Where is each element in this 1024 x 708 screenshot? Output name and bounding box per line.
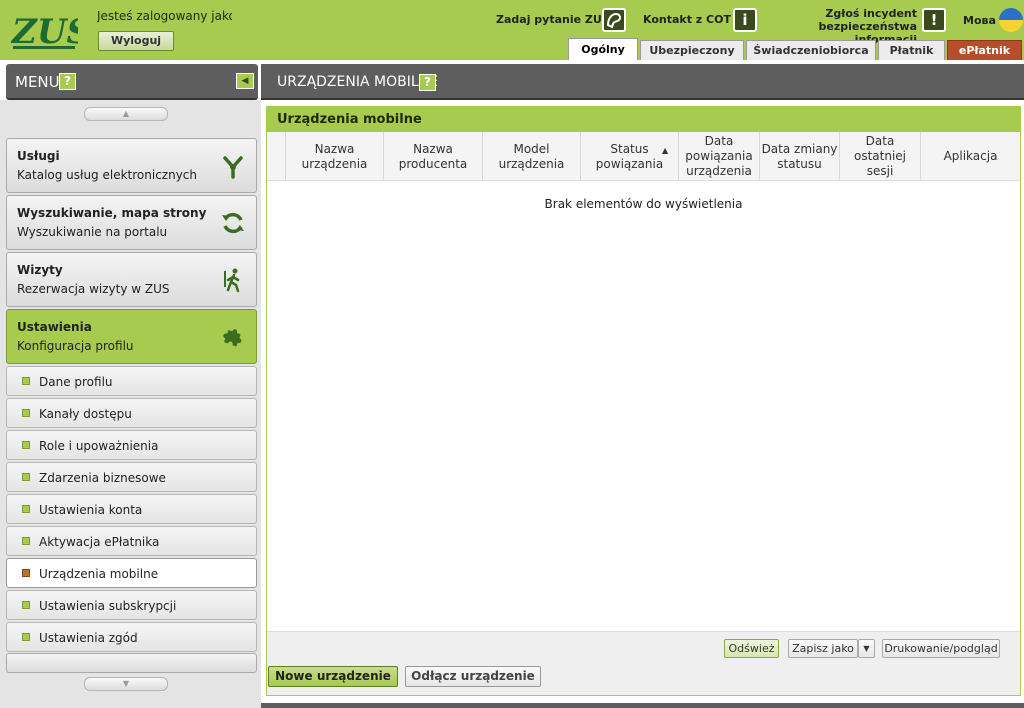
- detach-device-button[interactable]: Odłącz urządzenie: [405, 666, 541, 687]
- menu-section-wyszukiwanie[interactable]: Wyszukiwanie, mapa strony Wyszukiwanie n…: [6, 195, 257, 250]
- tab-eplatnik[interactable]: ePłatnik: [947, 40, 1022, 60]
- bullet-icon: [22, 377, 30, 385]
- menu-item-ustawienia-konta[interactable]: Ustawienia konta: [6, 494, 257, 524]
- refresh-button[interactable]: Odśwież: [724, 639, 779, 658]
- bullet-icon: [22, 409, 30, 417]
- content-header: URZĄDZENIA MOBILNE ?: [261, 64, 1024, 100]
- warning-icon[interactable]: !: [922, 8, 946, 32]
- column-header-nazwa-producenta[interactable]: Nazwa producenta: [384, 132, 483, 181]
- column-header-model-urzadzenia[interactable]: Model urządzenia: [483, 132, 581, 181]
- bullet-icon: [22, 473, 30, 481]
- services-icon: [220, 153, 246, 179]
- refresh-icon: [220, 210, 246, 236]
- column-header-aplikacja[interactable]: Aplikacja: [921, 132, 1020, 181]
- menu-scroll-up-button[interactable]: ▲: [84, 107, 168, 121]
- bullet-icon: [22, 633, 30, 641]
- zus-logo[interactable]: ZUS: [10, 7, 78, 53]
- devices-panel: Urządzenia mobilne Nazwa urządzenia Nazw…: [266, 106, 1021, 696]
- menu-item-ustawienia-subskrypcji[interactable]: Ustawienia subskrypcji: [6, 590, 257, 620]
- panel-actions: Nowe urządzenie Odłącz urządzenie: [267, 663, 1020, 695]
- save-as-button[interactable]: Zapisz jako: [788, 639, 858, 658]
- chat-bubble-icon[interactable]: [602, 8, 626, 32]
- menu-item-urzadzenia-mobilne[interactable]: Urządzenia mobilne: [6, 558, 257, 588]
- menu-item-ustawienia-zgod[interactable]: Ustawienia zgód: [6, 622, 257, 652]
- tab-ubezpieczony[interactable]: Ubezpieczony: [640, 40, 744, 60]
- menu-title: MENU: [15, 73, 60, 91]
- logged-in-text: Jesteś zalogowany jako: [97, 9, 232, 23]
- menu-item-kanaly-dostepu[interactable]: Kanały dostępu: [6, 398, 257, 428]
- menu-scroll-down-button[interactable]: ▼: [84, 677, 168, 691]
- bullet-icon: [22, 441, 30, 449]
- menu-header: MENU ? ◀: [6, 64, 258, 100]
- menu-section-wizyty[interactable]: Wizyty Rezerwacja wizyty w ZUS: [6, 252, 257, 307]
- tab-ogolny[interactable]: Ogólny: [568, 38, 638, 60]
- column-header-status-powiazania[interactable]: Status powiązania: [581, 132, 679, 181]
- menu-section-partial[interactable]: [6, 653, 257, 673]
- ukraine-flag-icon[interactable]: [999, 8, 1023, 32]
- logout-button[interactable]: Wyloguj: [98, 31, 174, 51]
- menu-help-question-icon[interactable]: ?: [59, 73, 76, 90]
- language-label[interactable]: Мова: [963, 14, 996, 27]
- print-preview-button[interactable]: Drukowanie/podgląd: [882, 639, 1000, 658]
- menu-item-zdarzenia-biznesowe[interactable]: Zdarzenia biznesowe: [6, 462, 257, 492]
- menu-item-dane-profilu[interactable]: Dane profilu: [6, 366, 257, 396]
- bullet-icon: [22, 601, 30, 609]
- column-header-data-ostatniej-sesji[interactable]: Data ostatniej sesji: [840, 132, 921, 181]
- bottom-strip: [261, 703, 1024, 708]
- panel-title: Urządzenia mobilne: [277, 112, 422, 127]
- menu-section-ustawienia[interactable]: Ustawienia Konfiguracja profilu: [6, 309, 257, 364]
- column-header-nazwa-urzadzenia[interactable]: Nazwa urządzenia: [286, 132, 384, 181]
- walking-person-icon: [220, 267, 246, 293]
- menu-item-role-upowaznienia[interactable]: Role i upoważnienia: [6, 430, 257, 460]
- empty-grid-message: Brak elementów do wyświetlenia: [544, 197, 743, 211]
- ask-question-link[interactable]: Zadaj pytanie ZUS: [496, 13, 610, 26]
- grid-row-marker-column: [267, 132, 286, 181]
- top-header: ZUS Jesteś zalogowany jako Wyloguj Zadaj…: [0, 0, 1024, 60]
- tab-platnik[interactable]: Płatnik: [878, 40, 945, 60]
- page-title: URZĄDZENIA MOBILNE: [277, 74, 438, 90]
- menu-section-uslugi[interactable]: Usługi Katalog usług elektronicznych: [6, 138, 257, 193]
- tab-swiadczeniobiorca[interactable]: Świadczeniobiorca: [746, 40, 876, 60]
- panel-title-bar: Urządzenia mobilne: [267, 107, 1020, 132]
- grid-footer: Odśwież Zapisz jako ▼ Drukowanie/podgląd: [267, 631, 1020, 663]
- column-header-data-zmiany-statusu[interactable]: Data zmiany statusu: [760, 132, 840, 181]
- bullet-icon: [22, 569, 30, 577]
- contact-cot-link[interactable]: Kontakt z COT: [643, 13, 731, 26]
- bullet-icon: [22, 537, 30, 545]
- new-device-button[interactable]: Nowe urządzenie: [268, 666, 398, 687]
- bullet-icon: [22, 505, 30, 513]
- menu-item-aktywacja-eplatnika[interactable]: Aktywacja ePłatnika: [6, 526, 257, 556]
- info-icon[interactable]: i: [733, 8, 757, 32]
- sort-ascending-icon[interactable]: ▲: [662, 146, 668, 155]
- page-help-question-icon[interactable]: ?: [419, 74, 436, 91]
- collapse-left-icon[interactable]: ◀: [236, 73, 254, 89]
- save-as-dropdown-chevron-down-icon[interactable]: ▼: [858, 639, 875, 658]
- puzzle-icon: [220, 324, 246, 350]
- grid-header: Nazwa urządzenia Nazwa producenta Model …: [267, 132, 1020, 181]
- column-header-data-powiazania[interactable]: Data powiązania urządzenia: [679, 132, 760, 181]
